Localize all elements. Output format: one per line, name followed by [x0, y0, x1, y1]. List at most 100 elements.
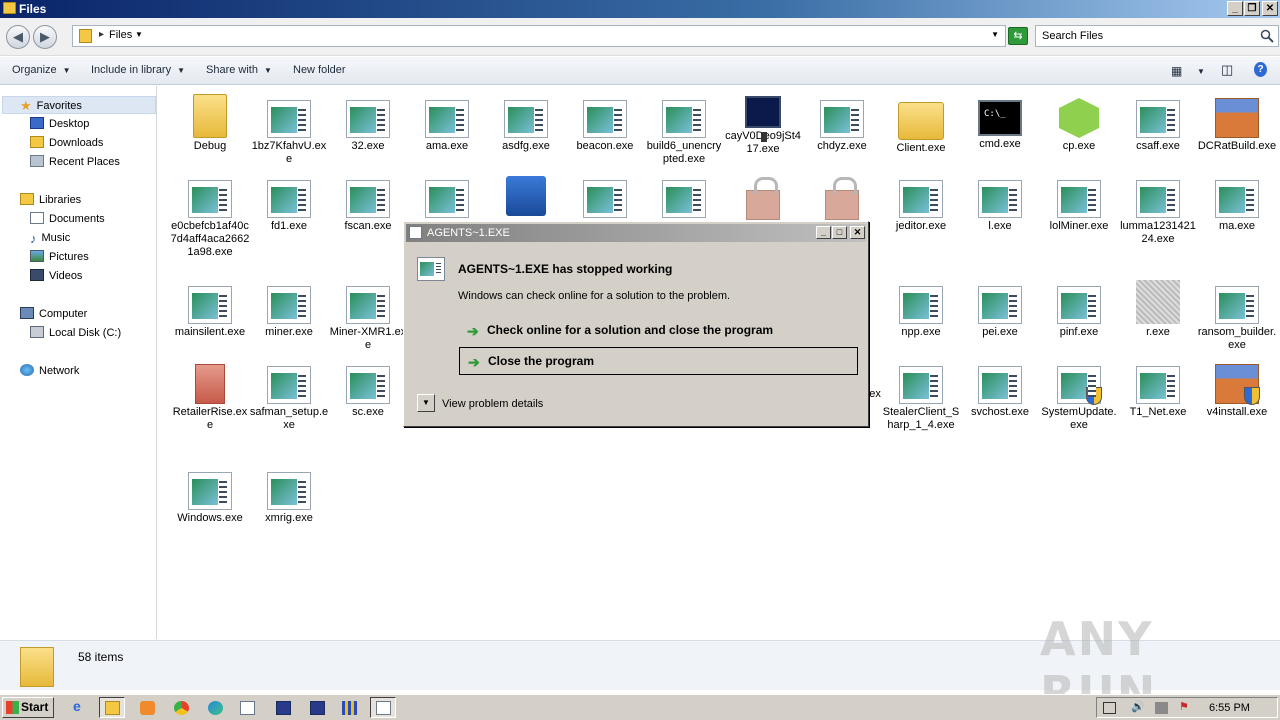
clock[interactable]: 6:55 PM — [1209, 702, 1250, 714]
include-in-library-menu[interactable]: Include in library ▼ — [91, 64, 185, 76]
sidebar-item-recent-places[interactable]: Recent Places — [30, 155, 120, 168]
volume-icon[interactable]: 🔊 — [1131, 700, 1145, 713]
file-item[interactable]: r.exe — [1118, 280, 1198, 339]
file-item[interactable]: fd1.exe — [249, 174, 329, 233]
file-item[interactable]: sc.exe — [328, 360, 408, 419]
file-item[interactable]: ama.exe — [407, 94, 487, 153]
file-item[interactable]: chdyz.exe — [802, 94, 882, 153]
taskbar-agents-exe[interactable] — [370, 697, 396, 718]
file-item[interactable]: 1bz7KfahvU.exe — [249, 94, 329, 166]
help-icon[interactable]: ? — [1254, 62, 1267, 77]
file-item[interactable]: Debug — [170, 94, 250, 153]
file-item[interactable]: pei.exe — [960, 280, 1040, 339]
search-box[interactable] — [1035, 25, 1279, 47]
taskbar-app-2[interactable] — [270, 697, 296, 718]
file-item[interactable] — [407, 174, 487, 220]
sidebar-item-favorites[interactable]: ★ Favorites — [2, 96, 156, 114]
file-item[interactable]: v4install.exe — [1197, 360, 1277, 419]
change-view-icon[interactable]: ▦ — [1171, 64, 1182, 78]
file-item[interactable] — [644, 174, 724, 220]
search-input[interactable] — [1036, 26, 1254, 46]
file-item[interactable]: svchost.exe — [960, 360, 1040, 419]
dialog-close-button[interactable]: ✕ — [850, 226, 865, 239]
taskbar-media-player[interactable] — [134, 697, 160, 718]
sidebar-item-documents[interactable]: Documents — [30, 212, 105, 225]
taskbar-explorer[interactable] — [99, 697, 125, 718]
view-options-dropdown-icon[interactable]: ▼ — [1197, 67, 1205, 76]
organize-menu[interactable]: Organize ▼ — [12, 64, 71, 76]
taskbar-ie[interactable]: e — [67, 697, 93, 718]
file-item[interactable]: Windows.exe — [170, 466, 250, 525]
taskbar-app-3[interactable] — [304, 697, 330, 718]
chevron-right-icon[interactable]: ▸ — [99, 29, 104, 40]
sidebar-item-downloads[interactable]: Downloads — [30, 136, 103, 149]
sidebar-item-videos[interactable]: Videos — [30, 269, 82, 282]
close-program-button[interactable]: ➔ Close the program — [459, 347, 858, 375]
file-item[interactable]: fscan.exe — [328, 174, 408, 233]
flag-icon[interactable]: ⚑ — [1179, 700, 1192, 713]
sidebar-item-computer[interactable]: Computer — [20, 307, 87, 320]
file-item[interactable]: l.exe — [960, 174, 1040, 233]
sidebar-item-pictures[interactable]: Pictures — [30, 250, 89, 263]
chevron-down-icon[interactable]: ▼ — [135, 30, 143, 39]
file-item[interactable]: ransom_builder.exe — [1197, 280, 1277, 352]
file-item[interactable]: npp.exe — [881, 280, 961, 339]
refresh-button[interactable]: ⇆ — [1008, 27, 1028, 45]
file-item[interactable]: 32.exe — [328, 94, 408, 153]
file-item[interactable] — [723, 174, 803, 222]
taskbar-edge[interactable] — [202, 697, 228, 718]
file-item[interactable]: DCRatBuild.exe — [1197, 94, 1277, 153]
forward-button[interactable]: ▶ — [33, 25, 57, 49]
share-with-menu[interactable]: Share with ▼ — [206, 64, 272, 76]
file-item[interactable] — [565, 174, 645, 220]
sidebar-item-desktop[interactable]: Desktop — [30, 117, 89, 130]
view-problem-details-label[interactable]: View problem details — [442, 398, 543, 410]
sidebar-item-local-disk[interactable]: Local Disk (C:) — [30, 326, 121, 339]
sidebar-item-music[interactable]: ♪ Music — [30, 231, 70, 246]
file-item[interactable]: lumma123142124.exe — [1118, 174, 1198, 246]
file-item[interactable]: e0cbefcb1af40c7d4aff4aca26621a98.exe — [170, 174, 250, 259]
file-item[interactable]: RetailerRise.exe — [170, 360, 250, 432]
network-tray-icon[interactable] — [1155, 702, 1168, 714]
file-item[interactable]: Client.exe — [881, 94, 961, 155]
new-folder-button[interactable]: New folder — [293, 64, 346, 76]
file-item[interactable]: cayV0Deo9jSt417.exe — [723, 94, 803, 156]
file-item[interactable] — [802, 174, 882, 222]
file-item[interactable]: safman_setup.exe — [249, 360, 329, 432]
dialog-minimize-button[interactable]: _ — [816, 226, 831, 239]
action-center-icon[interactable] — [1103, 702, 1116, 714]
file-item[interactable]: csaff.exe — [1118, 94, 1198, 153]
file-item[interactable]: T1_Net.exe — [1118, 360, 1198, 419]
address-history-dropdown-icon[interactable]: ▼ — [991, 30, 999, 39]
file-item[interactable]: beacon.exe — [565, 94, 645, 153]
dialog-maximize-button[interactable]: □ — [832, 226, 847, 239]
window-titlebar[interactable]: Files _ ❐ ✕ — [0, 0, 1280, 18]
address-field[interactable]: ▸ Files ▼ ▼ — [72, 25, 1006, 47]
taskbar-chrome[interactable] — [168, 697, 194, 718]
taskbar-app-1[interactable] — [234, 697, 260, 718]
dialog-titlebar[interactable]: AGENTS~1.EXE _ □ ✕ — [406, 224, 866, 242]
file-item[interactable]: miner.exe — [249, 280, 329, 339]
breadcrumb[interactable]: Files — [109, 29, 132, 41]
file-item[interactable]: ma.exe — [1197, 174, 1277, 233]
expand-details-button[interactable]: ▼ — [417, 394, 435, 412]
restore-button[interactable]: ❐ — [1244, 1, 1260, 16]
file-item[interactable]: lolMiner.exe — [1039, 174, 1119, 233]
sidebar-item-network[interactable]: Network — [20, 364, 79, 377]
file-item[interactable]: mainsilent.exe — [170, 280, 250, 339]
file-item[interactable]: SystemUpdate.exe — [1039, 360, 1119, 432]
sidebar-item-libraries[interactable]: Libraries — [20, 193, 81, 206]
check-online-button[interactable]: ➔ Check online for a solution and close … — [459, 317, 858, 345]
file-item[interactable] — [486, 174, 566, 218]
file-item[interactable]: cp.exe — [1039, 94, 1119, 153]
file-item[interactable]: pinf.exe — [1039, 280, 1119, 339]
file-item[interactable]: asdfg.exe — [486, 94, 566, 153]
start-button[interactable]: Start — [2, 697, 54, 718]
file-item[interactable]: StealerClient_Sharp_1_4.exe — [881, 360, 961, 432]
close-button[interactable]: ✕ — [1262, 1, 1278, 16]
preview-pane-icon[interactable]: ◫ — [1221, 62, 1233, 78]
search-icon[interactable] — [1260, 29, 1274, 43]
file-item[interactable]: build6_unencrypted.exe — [644, 94, 724, 166]
back-button[interactable]: ◀ — [6, 25, 30, 49]
minimize-button[interactable]: _ — [1227, 1, 1243, 16]
